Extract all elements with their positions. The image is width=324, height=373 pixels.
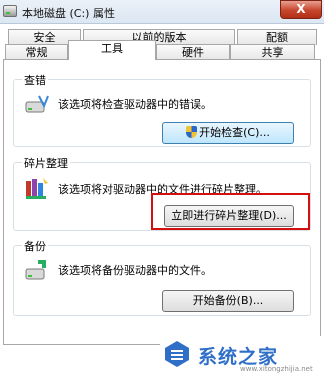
check-now-label: 开始检查(C)... — [199, 126, 270, 139]
title-bar: 本地磁盘 (C:) 属性 X — [0, 0, 324, 24]
error-check-group: 查错 该选项将检查驱动器中的错误。 开始检查(C)... — [13, 72, 311, 147]
watermark: 系统之家 www.xitongzhijia.net — [160, 336, 324, 373]
tab-hardware[interactable]: 硬件 — [156, 44, 230, 60]
uac-shield-icon — [186, 126, 198, 138]
watermark-url: www.xitongzhijia.net — [240, 365, 313, 373]
backup-description: 该选项将备份驱动器中的文件。 — [58, 264, 212, 277]
backup-now-button[interactable]: 开始备份(B)... — [162, 290, 294, 312]
backup-group: 备份 该选项将备份驱动器中的文件。 开始备份(B)... — [13, 238, 311, 316]
defrag-title: 碎片整理 — [22, 155, 70, 171]
watermark-logo-icon — [165, 341, 189, 367]
defrag-icon — [26, 178, 48, 199]
close-button[interactable]: X — [280, 0, 322, 19]
tab-tools[interactable]: 工具 — [68, 40, 156, 60]
disk-check-icon — [25, 95, 49, 113]
backup-title: 备份 — [22, 238, 48, 254]
highlight-box — [151, 193, 310, 230]
tab-quota[interactable]: 配额 — [237, 29, 317, 45]
error-check-description: 该选项将检查驱动器中的错误。 — [58, 98, 212, 111]
tab-sharing[interactable]: 共享 — [230, 44, 315, 60]
tab-general[interactable]: 常规 — [5, 44, 68, 60]
check-now-button[interactable]: 开始检查(C)... — [162, 122, 294, 144]
error-check-title: 查错 — [22, 72, 48, 88]
drive-icon — [3, 5, 17, 17]
window-title: 本地磁盘 (C:) 属性 — [22, 7, 115, 20]
backup-icon — [25, 260, 46, 280]
